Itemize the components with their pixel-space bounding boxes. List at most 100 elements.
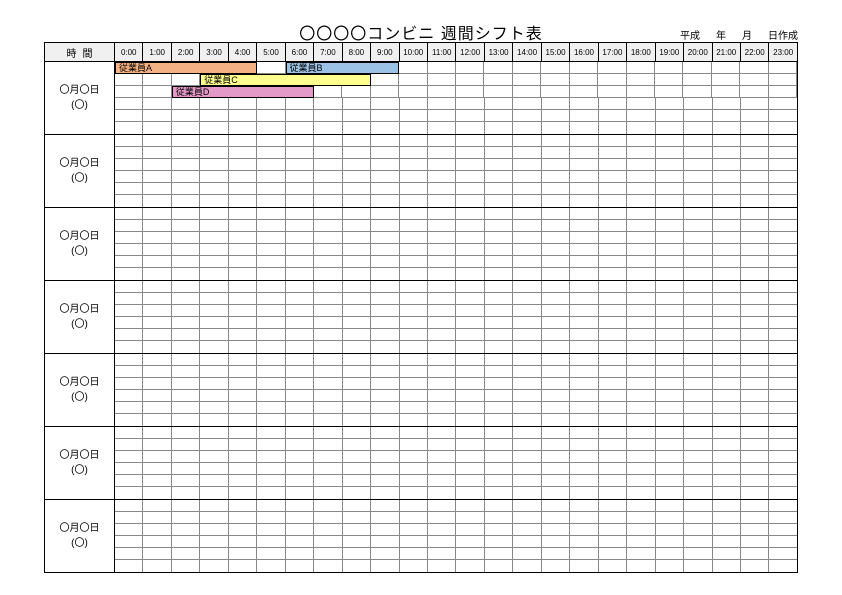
day-date: 〇月〇日 (60, 229, 100, 244)
grid-cell (286, 135, 314, 146)
grid-cell (314, 560, 342, 572)
day-block: 〇月〇日(〇) (45, 500, 797, 572)
grid-cell (599, 183, 627, 194)
grid-cell (200, 171, 228, 182)
grid-cell (656, 281, 684, 292)
grid-cell (513, 366, 541, 377)
grid-cell (143, 354, 171, 365)
grid-cell (428, 439, 456, 450)
grid-cell (314, 536, 342, 547)
grid-cell (627, 427, 655, 438)
grid-cell (371, 512, 399, 523)
grid-cell (541, 62, 569, 73)
grid-cell (143, 183, 171, 194)
grid-cell (713, 232, 741, 243)
shift-row (115, 402, 797, 414)
grid-cell (684, 244, 712, 255)
grid-cell (542, 487, 570, 499)
grid-cell (428, 378, 456, 389)
grid-cell (741, 536, 769, 547)
grid-cell (741, 329, 769, 340)
grid-cell (656, 256, 684, 267)
grid-cell (599, 354, 627, 365)
shift-row (115, 341, 797, 353)
grid-cell (656, 98, 684, 109)
day-block: 〇月〇日(〇) (45, 281, 797, 354)
grid-cell (428, 500, 456, 511)
grid-cell (485, 475, 513, 486)
day-date: 〇月〇日 (60, 156, 100, 171)
grid-cell (484, 74, 512, 85)
grid-cell (684, 402, 712, 413)
grid-cell (513, 536, 541, 547)
grid-cell (456, 110, 484, 121)
grid-cell (769, 195, 796, 207)
grid-cell (400, 293, 428, 304)
grid-cell (172, 171, 200, 182)
grid-cell (599, 256, 627, 267)
grid-cell (541, 86, 569, 97)
grid-cell (371, 536, 399, 547)
grid-cell (769, 487, 796, 499)
grid-cell (570, 536, 598, 547)
grid-cell (713, 135, 741, 146)
grid-cell (172, 208, 200, 219)
grid-cell (456, 524, 484, 535)
grid-cell (428, 220, 456, 231)
grid-cell (115, 244, 143, 255)
grid-cell (513, 427, 541, 438)
grid-cell (741, 110, 769, 121)
hour-header: 16:00 (570, 43, 598, 61)
grid-cell (172, 135, 200, 146)
grid-cell (172, 390, 200, 401)
grid-cell (570, 98, 598, 109)
grid-cell (741, 524, 769, 535)
grid-cell (143, 232, 171, 243)
grid-cell (627, 62, 655, 73)
grid-cell (343, 560, 371, 572)
grid-cell (143, 305, 171, 316)
grid-cell (570, 475, 598, 486)
grid-cell (684, 439, 712, 450)
grid-cell (428, 122, 456, 134)
grid-cell (343, 475, 371, 486)
grid-cell (713, 390, 741, 401)
grid-cell (656, 548, 684, 559)
day-block: 〇月〇日(〇) (45, 208, 797, 281)
grid-cell (229, 487, 257, 499)
grid-cell (143, 451, 171, 462)
grid-cell (713, 293, 741, 304)
grid-cell (485, 208, 513, 219)
grid-cell (200, 232, 228, 243)
shift-row (115, 439, 797, 451)
grid-cell (286, 463, 314, 474)
grid-cell (286, 110, 314, 121)
grid-cell (599, 293, 627, 304)
grid-cell (684, 305, 712, 316)
grid-cell (286, 232, 314, 243)
grid-cell (286, 317, 314, 328)
grid-cell (599, 475, 627, 486)
grid-cell (314, 317, 342, 328)
grid-cell (769, 268, 796, 280)
grid-cell (257, 305, 285, 316)
grid-cell (656, 329, 684, 340)
grid-cell (627, 232, 655, 243)
grid-cell (542, 427, 570, 438)
grid-cell (229, 281, 257, 292)
grid-cell (400, 402, 428, 413)
grid-cell (371, 354, 399, 365)
grid-cell (257, 366, 285, 377)
grid-cell (428, 110, 456, 121)
grid-cell (570, 232, 598, 243)
grid-cell (343, 427, 371, 438)
grid-cell (143, 86, 171, 97)
grid-cell (456, 122, 484, 134)
grid-cell (456, 159, 484, 170)
grid-cell (599, 524, 627, 535)
grid-cell (371, 378, 399, 389)
grid-cell (371, 341, 399, 353)
grid-cell (371, 98, 399, 109)
grid-cell (286, 512, 314, 523)
grid-cell (656, 524, 684, 535)
